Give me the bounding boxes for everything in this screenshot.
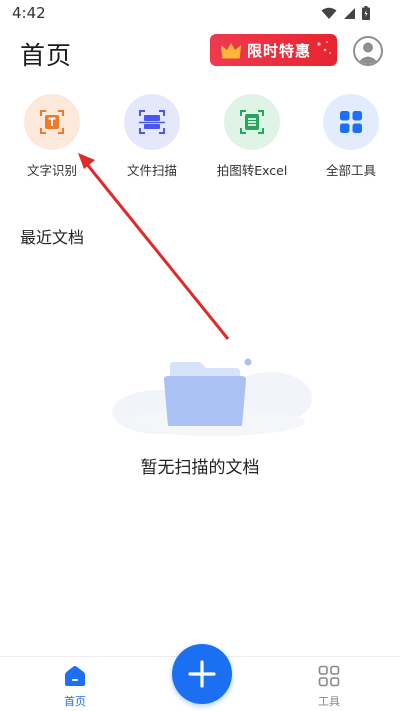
status-icons — [321, 6, 370, 20]
home-icon — [65, 666, 85, 686]
status-time: 4:42 — [12, 4, 46, 22]
tool-label: 拍图转Excel — [216, 163, 288, 178]
tool-icon-bubble — [24, 94, 80, 150]
file-scan-icon — [139, 110, 165, 134]
excel-convert-icon — [240, 110, 264, 134]
tool-label: 全部工具 — [325, 163, 376, 178]
header: 首页 限时特惠 — [0, 28, 400, 80]
recent-documents-title: 最近文档 — [20, 228, 85, 247]
sparkle-icon — [317, 41, 331, 54]
limited-offer-label: 限时特惠 — [247, 41, 312, 60]
limited-offer-button[interactable]: 限时特惠 — [210, 34, 337, 66]
nav-tools[interactable]: 工具 — [309, 665, 349, 709]
crown-icon — [221, 43, 241, 59]
plus-icon — [188, 660, 216, 688]
nav-tools-label: 工具 — [318, 695, 340, 708]
user-icon — [357, 42, 379, 64]
signal-icon — [344, 7, 355, 19]
tool-shortcuts: 文字识别 文件扫描 拍图转Excel 全部工具 — [0, 94, 400, 190]
tool-icon-bubble — [323, 94, 379, 150]
grid-icon — [318, 665, 340, 687]
tool-file-scan[interactable]: 文件扫描 — [107, 94, 197, 179]
wifi-icon — [321, 7, 337, 19]
tool-excel-convert[interactable]: 拍图转Excel — [207, 94, 297, 179]
nav-home-label: 首页 — [64, 695, 86, 708]
status-bar: 4:42 — [0, 0, 400, 26]
text-recognition-icon — [40, 110, 64, 134]
empty-state-text: 暂无扫描的文档 — [140, 458, 260, 478]
tool-label: 文件扫描 — [126, 163, 177, 178]
tool-label: 文字识别 — [26, 163, 77, 178]
tool-icon-bubble — [224, 94, 280, 150]
avatar[interactable] — [353, 36, 383, 66]
tool-all-tools[interactable]: 全部工具 — [306, 94, 396, 179]
all-tools-icon — [340, 111, 362, 133]
empty-folder-illustration — [112, 358, 312, 436]
tool-icon-bubble — [124, 94, 180, 150]
battery-icon — [362, 6, 370, 20]
page-title: 首页 — [20, 41, 73, 70]
nav-home[interactable]: 首页 — [55, 665, 95, 709]
tool-text-recognition[interactable]: 文字识别 — [7, 94, 97, 179]
add-scan-button[interactable] — [172, 644, 232, 704]
